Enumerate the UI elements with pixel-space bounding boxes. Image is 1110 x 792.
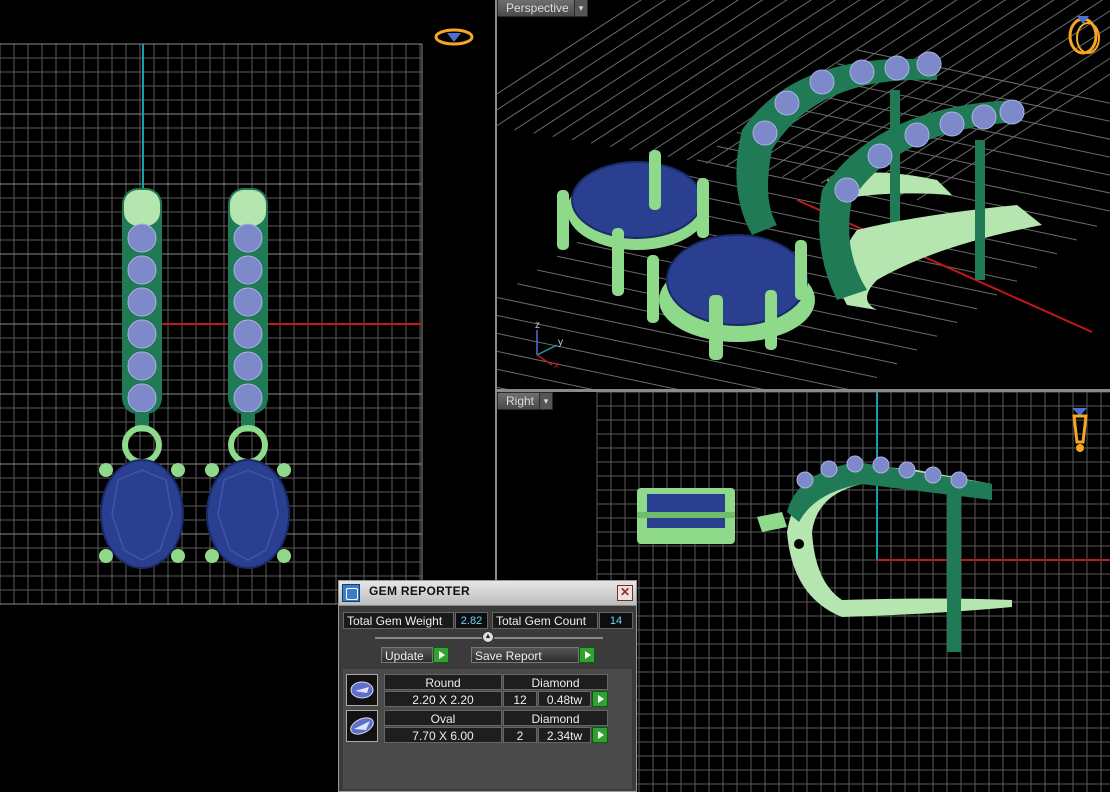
gem-weight: 0.48tw <box>538 691 591 707</box>
gem-shape: Round <box>384 674 502 690</box>
gem-shape: Oval <box>384 710 502 726</box>
gem-row-round-go-icon[interactable] <box>592 691 608 707</box>
update-go-icon[interactable] <box>433 647 449 663</box>
save-report-go-icon[interactable] <box>579 647 595 663</box>
perspective-earrings-model <box>557 51 1042 360</box>
gem-row-oval-go-icon[interactable] <box>592 727 608 743</box>
right-earring <box>205 188 291 569</box>
viewport-divider-horizontal[interactable] <box>497 389 1110 392</box>
gem-type: Diamond <box>503 710 608 726</box>
total-gem-weight-label: Total Gem Weight <box>343 612 454 629</box>
right-view-label[interactable]: Right <box>497 392 544 410</box>
gem-weight: 2.34tw <box>538 727 591 743</box>
total-gem-weight-value: 2.82 <box>455 612 488 629</box>
close-icon[interactable]: ✕ <box>617 585 633 601</box>
perspective-view-canvas: z y x <box>497 0 1110 389</box>
gem-reporter-icon <box>342 584 360 602</box>
gem-size: 2.20 X 2.20 <box>384 691 502 707</box>
axis-triad: z y x <box>535 320 563 371</box>
right-view-menu-arrow[interactable]: ▾ <box>539 392 553 410</box>
right-view-ring-icon[interactable] <box>1072 408 1088 452</box>
round-gem-thumbnail-icon <box>346 674 378 706</box>
total-gem-count-label: Total Gem Count <box>492 612 598 629</box>
gem-row-round[interactable]: Round Diamond 2.20 X 2.20 12 0.48tw <box>346 674 610 708</box>
axis-y-label: y <box>558 337 563 348</box>
gem-row-oval[interactable]: Oval Diamond 7.70 X 6.00 2 2.34tw <box>346 710 610 744</box>
save-report-button[interactable]: Save Report <box>471 647 579 663</box>
gem-count: 12 <box>503 691 537 707</box>
axis-z-label: z <box>535 320 540 331</box>
axis-x-label: x <box>554 360 559 371</box>
oval-gem-thumbnail-icon <box>346 710 378 742</box>
total-gem-count-value: 14 <box>599 612 633 629</box>
right-side-earring-model <box>637 455 1012 652</box>
gem-size: 7.70 X 6.00 <box>384 727 502 743</box>
gem-reporter-panel: GEM REPORTER ✕ Total Gem Weight 2.82 Tot… <box>338 580 637 792</box>
right-grid <box>596 392 1110 792</box>
gem-count: 2 <box>503 727 537 743</box>
update-button[interactable]: Update <box>381 647 433 663</box>
perspective-view-menu-arrow[interactable]: ▾ <box>574 0 588 17</box>
front-view-ring-icon[interactable] <box>434 28 474 46</box>
gem-reporter-titlebar[interactable]: GEM REPORTER ✕ <box>339 581 636 606</box>
gem-list: Round Diamond 2.20 X 2.20 12 0.48tw Oval… <box>343 669 632 789</box>
gem-type: Diamond <box>503 674 608 690</box>
perspective-viewport[interactable]: z y x Perspective ▾ <box>497 0 1110 389</box>
perspective-view-label[interactable]: Perspective <box>497 0 578 17</box>
gem-reporter-title: GEM REPORTER <box>369 584 470 598</box>
collapse-toggle-icon[interactable]: ▲ <box>482 631 494 643</box>
